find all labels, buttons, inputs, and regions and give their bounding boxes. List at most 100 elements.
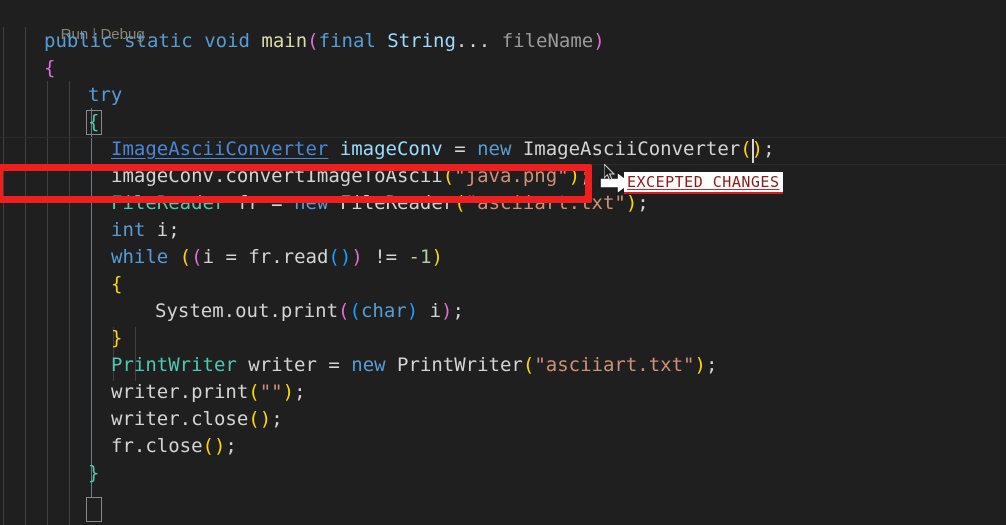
token: ( [338, 300, 350, 322]
code-line-print-char[interactable]: System.out.print((char) i); [155, 298, 464, 325]
code-line-writer-print[interactable]: writer.print(""); [111, 379, 306, 406]
token: ) [213, 435, 226, 457]
token: main [261, 30, 308, 52]
token: ( [248, 381, 260, 403]
token: ) [406, 300, 419, 322]
token: = [214, 246, 249, 268]
token: PrintWriter [397, 354, 523, 376]
indent-guide-3 [47, 81, 48, 525]
token: ImageAsciiConverter [522, 138, 741, 160]
code-line-close-brace-try[interactable]: } [88, 460, 99, 487]
annotation-red-highlight-box [0, 164, 592, 203]
token: ; [225, 435, 237, 457]
token: { [111, 273, 123, 295]
token: writer [248, 354, 317, 376]
codelens-annotation: Run | Debug [44, 0, 145, 43]
token: new [477, 138, 512, 160]
token: ) [751, 138, 764, 160]
code-line-declare-printwriter[interactable]: PrintWriter writer = new PrintWriter("as… [111, 352, 717, 379]
token: public [44, 30, 113, 52]
token: ) [593, 30, 605, 52]
token: "" [259, 381, 283, 403]
token: writer.close [111, 408, 249, 430]
token: imageConv [339, 138, 443, 160]
token: ... [455, 30, 502, 52]
code-line-declare-int-i[interactable]: int i; [111, 217, 180, 244]
token: ) [351, 246, 363, 268]
token: ( [248, 408, 260, 430]
code-line-while-condition[interactable]: while ((i = fr.read()) != -1) [111, 244, 443, 271]
token: ; [452, 300, 464, 322]
code-line-open-brace-method[interactable]: { [44, 55, 55, 82]
code-line-declare-converter[interactable]: ImageAsciiConverter imageConv = new Imag… [111, 136, 775, 163]
token: ( [179, 246, 192, 268]
token: ) [259, 408, 272, 430]
code-editor-screenshot: Run | Debug public static void main(fina… [0, 0, 1006, 525]
annotation-callout-label: EXCEPTED CHANGES [624, 172, 783, 194]
token: char [360, 300, 407, 322]
token: ( [349, 300, 361, 322]
token: ) [441, 300, 453, 322]
token: ; [705, 354, 718, 376]
token: ; [294, 381, 306, 403]
token: != [362, 246, 409, 268]
bracket-match-box-try-open [86, 110, 102, 135]
token: new [351, 354, 386, 376]
token: "asciiart.txt" [534, 354, 695, 376]
token: try [88, 84, 123, 106]
token: ImageAsciiConverter [111, 138, 329, 160]
token: i; [145, 219, 180, 241]
token: String [387, 30, 456, 52]
token: { [44, 57, 56, 79]
code-line-close-brace-while[interactable]: } [111, 325, 122, 352]
token: ( [191, 246, 203, 268]
code-line-try-keyword[interactable]: try [88, 82, 122, 109]
token: fr.close [111, 435, 203, 457]
token: ) [339, 246, 352, 268]
token: -1 [408, 246, 432, 268]
token: ) [694, 354, 706, 376]
code-line-writer-close[interactable]: writer.close(); [111, 406, 283, 433]
token: ) [431, 246, 443, 268]
token: i [418, 300, 442, 322]
token: ( [522, 354, 535, 376]
token: writer.print [111, 381, 249, 403]
indent-guide-4 [69, 81, 70, 525]
token: ; [271, 408, 283, 430]
bracket-match-box-try-close [86, 497, 102, 522]
token: = [442, 138, 478, 160]
code-line-fr-close[interactable]: fr.close(); [111, 433, 237, 460]
token: = [316, 354, 352, 376]
indent-guide-2 [25, 27, 26, 525]
token: ( [328, 246, 340, 268]
token: static [124, 30, 193, 52]
token: ( [740, 138, 752, 160]
token: while [111, 246, 169, 268]
token: ; [763, 138, 775, 160]
mouse-pointer-icon [603, 162, 616, 182]
token: fr.read [248, 246, 329, 268]
token: } [88, 462, 100, 484]
token: void [204, 30, 250, 52]
token: ( [307, 30, 319, 52]
token: } [111, 327, 123, 349]
token: final [318, 30, 376, 52]
indent-guide-1 [3, 27, 4, 525]
token: ) [282, 381, 295, 403]
token: ( [202, 435, 214, 457]
token: fileName [501, 30, 594, 52]
token: PrintWriter [111, 354, 237, 376]
code-line-signature[interactable]: public static void main(final String... … [44, 28, 605, 55]
token: i [202, 246, 215, 268]
code-line-open-brace-while[interactable]: { [111, 271, 122, 298]
token: System.out.print [155, 300, 339, 322]
